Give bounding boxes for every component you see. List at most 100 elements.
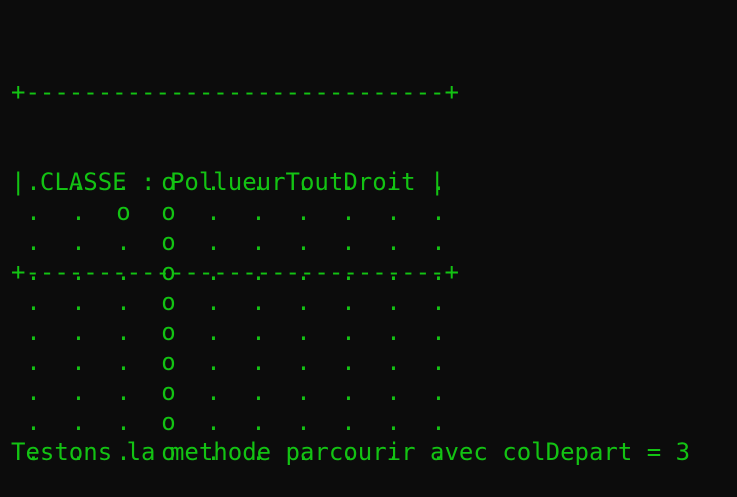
empty-cell: . — [431, 228, 446, 256]
empty-cell: . — [296, 378, 311, 406]
empty-cell: . — [251, 288, 266, 316]
empty-cell: . — [71, 288, 86, 316]
empty-cell: . — [71, 318, 86, 346]
empty-cell: . — [341, 258, 356, 286]
empty-cell: . — [431, 258, 446, 286]
empty-cell: . — [71, 408, 86, 436]
empty-cell: . — [26, 318, 41, 346]
empty-cell: . — [386, 198, 401, 226]
empty-cell: . — [296, 408, 311, 436]
empty-cell: . — [71, 198, 86, 226]
empty-cell: . — [431, 288, 446, 316]
empty-cell: . — [386, 378, 401, 406]
empty-cell: . — [341, 198, 356, 226]
empty-cell: . — [71, 378, 86, 406]
grid-row: ... o...... — [11, 227, 461, 257]
empty-cell: . — [116, 168, 131, 196]
empty-cell: . — [251, 258, 266, 286]
empty-cell: . — [206, 408, 221, 436]
grid-row: ... o...... — [11, 317, 461, 347]
empty-cell: . — [341, 168, 356, 196]
empty-cell: . — [296, 288, 311, 316]
empty-cell: . — [386, 318, 401, 346]
empty-cell: . — [206, 318, 221, 346]
empty-cell: . — [251, 228, 266, 256]
empty-cell: . — [386, 438, 401, 466]
polluted-cell: o — [161, 408, 176, 436]
empty-cell: . — [206, 228, 221, 256]
empty-cell: . — [251, 438, 266, 466]
empty-cell: . — [26, 288, 41, 316]
polluted-cell: o — [161, 348, 176, 376]
terminal-window: { "terminal": { "header_top": "+--------… — [0, 0, 737, 496]
empty-cell: . — [71, 348, 86, 376]
empty-cell: . — [431, 408, 446, 436]
pollution-grid: ...o........oo.........o.........o......… — [11, 167, 461, 467]
empty-cell: . — [431, 348, 446, 376]
empty-cell: . — [296, 258, 311, 286]
grid-row: ... o...... — [11, 167, 461, 197]
empty-cell: . — [251, 408, 266, 436]
header-border-top: +-----------------------------+ — [11, 78, 459, 106]
empty-cell: . — [386, 228, 401, 256]
grid-row: ... o...... — [11, 407, 461, 437]
empty-cell: . — [386, 288, 401, 316]
polluted-cell: o — [116, 198, 131, 226]
grid-row: ... o...... — [11, 287, 461, 317]
empty-cell: . — [206, 378, 221, 406]
empty-cell: . — [26, 198, 41, 226]
empty-cell: . — [116, 288, 131, 316]
grid-row: ... o...... — [11, 437, 461, 467]
empty-cell: . — [206, 168, 221, 196]
empty-cell: . — [296, 228, 311, 256]
empty-cell: . — [386, 168, 401, 196]
empty-cell: . — [116, 438, 131, 466]
empty-cell: . — [386, 258, 401, 286]
empty-cell: . — [341, 228, 356, 256]
empty-cell: . — [296, 168, 311, 196]
grid-row: ... o...... — [11, 257, 461, 287]
empty-cell: . — [386, 408, 401, 436]
empty-cell: . — [206, 288, 221, 316]
polluted-cell: o — [161, 288, 176, 316]
empty-cell: . — [296, 348, 311, 376]
empty-cell: . — [116, 408, 131, 436]
polluted-cell: o — [161, 198, 176, 226]
empty-cell: . — [116, 258, 131, 286]
empty-cell: . — [431, 318, 446, 346]
empty-cell: . — [71, 168, 86, 196]
empty-cell: . — [206, 348, 221, 376]
empty-cell: . — [341, 318, 356, 346]
empty-cell: . — [251, 168, 266, 196]
empty-cell: . — [251, 348, 266, 376]
empty-cell: . — [296, 318, 311, 346]
empty-cell: . — [116, 378, 131, 406]
polluted-cell: o — [161, 378, 176, 406]
grid-row: ... o...... — [11, 377, 461, 407]
grid-row: .. o o...... — [11, 197, 461, 227]
empty-cell: . — [386, 348, 401, 376]
empty-cell: . — [296, 198, 311, 226]
empty-cell: . — [341, 378, 356, 406]
empty-cell: . — [26, 348, 41, 376]
empty-cell: . — [251, 378, 266, 406]
empty-cell: . — [341, 408, 356, 436]
empty-cell: . — [206, 258, 221, 286]
empty-cell: . — [431, 168, 446, 196]
empty-cell: . — [206, 198, 221, 226]
polluted-cell: o — [161, 438, 176, 466]
grid-row: ... o...... — [11, 347, 461, 377]
empty-cell: . — [341, 348, 356, 376]
empty-cell: . — [341, 438, 356, 466]
empty-cell: . — [206, 438, 221, 466]
empty-cell: . — [26, 168, 41, 196]
empty-cell: . — [116, 318, 131, 346]
empty-cell: . — [26, 258, 41, 286]
polluted-cell: o — [161, 168, 176, 196]
empty-cell: . — [71, 228, 86, 256]
empty-cell: . — [341, 288, 356, 316]
empty-cell: . — [431, 438, 446, 466]
empty-cell: . — [26, 438, 41, 466]
empty-cell: . — [431, 198, 446, 226]
empty-cell: . — [251, 318, 266, 346]
